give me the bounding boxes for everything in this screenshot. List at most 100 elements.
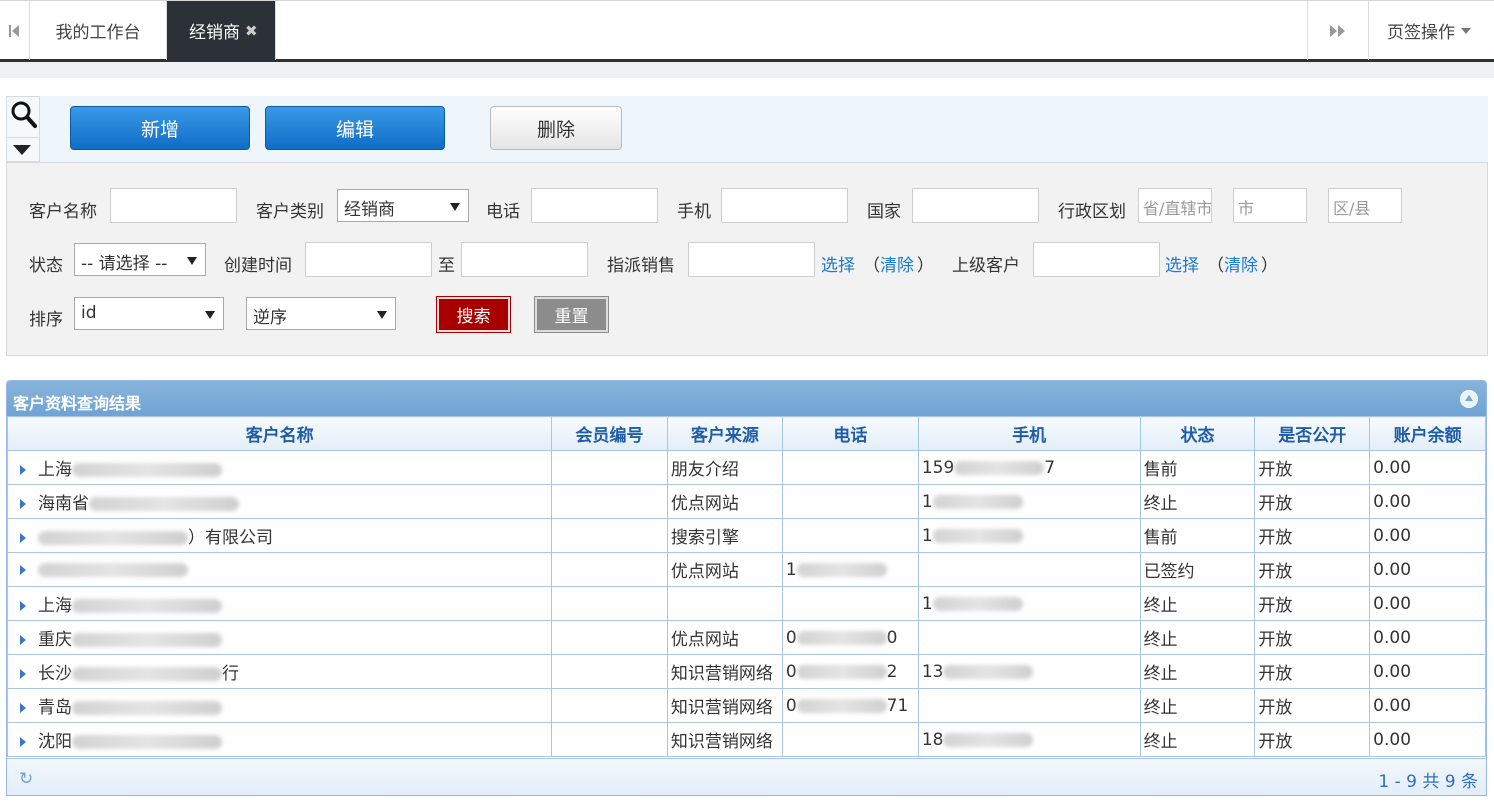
- country-label: 国家: [867, 202, 901, 222]
- customer-source: 朋友介绍: [670, 460, 739, 480]
- row-expand-icon[interactable]: [20, 564, 26, 575]
- column-header[interactable]: 手机: [917, 416, 1141, 451]
- tab-operations-menu[interactable]: 页签操作: [1369, 1, 1489, 60]
- parent-customer-input[interactable]: [1033, 242, 1160, 277]
- created-start-input[interactable]: [305, 242, 432, 277]
- status-cell: 售前: [1143, 528, 1178, 548]
- customer-source: 优点网站: [670, 562, 739, 582]
- chevron-down-icon: [187, 257, 197, 265]
- city-input[interactable]: 市: [1233, 188, 1307, 223]
- row-expand-icon[interactable]: [20, 499, 26, 509]
- row-expand-icon[interactable]: [20, 635, 26, 645]
- created-end-input[interactable]: [461, 242, 588, 277]
- row-expand-icon[interactable]: [20, 669, 26, 679]
- customer-name-prefix: 上海: [38, 596, 72, 616]
- column-header[interactable]: 是否公开: [1254, 416, 1371, 451]
- mobile-input[interactable]: [721, 188, 848, 223]
- sort-order-select[interactable]: 逆序: [246, 297, 396, 330]
- table-row[interactable]: ）有限公司 搜索引擎 1 售前 开放 0.00: [7, 518, 1486, 553]
- tab-bar: 我的工作台 经销商 ✖ 页签操作: [0, 0, 1494, 62]
- balance-cell: 0.00: [1373, 729, 1412, 750]
- redacted-text: [954, 460, 1045, 475]
- redacted-text: [796, 664, 887, 679]
- delete-button[interactable]: 删除: [490, 106, 622, 150]
- tab-dealer[interactable]: 经销商 ✖: [167, 1, 276, 60]
- expand-icon[interactable]: [13, 145, 31, 155]
- sort-field-select[interactable]: id: [74, 297, 224, 330]
- row-expand-icon[interactable]: [20, 533, 26, 543]
- table-row[interactable]: 海南省 优点网站 1 终止 开放 0.00: [7, 484, 1486, 519]
- customer-name-prefix: 青岛: [38, 698, 72, 718]
- column-header[interactable]: 账户余额: [1369, 416, 1486, 451]
- search-toggle-button[interactable]: [6, 96, 40, 162]
- status-cell: 终止: [1143, 630, 1178, 650]
- tab-scroll-left-button[interactable]: [0, 1, 30, 60]
- province-input[interactable]: 省/直辖市: [1138, 188, 1212, 223]
- phone-suffix: 71: [886, 695, 909, 716]
- status-cell: 终止: [1143, 732, 1178, 752]
- row-expand-icon[interactable]: [20, 737, 26, 747]
- customer-name-prefix: 海南省: [38, 494, 89, 514]
- customer-name-prefix: 沈阳: [38, 732, 72, 752]
- customer-name-prefix: 重庆: [38, 630, 72, 650]
- table-row[interactable]: 沈阳 知识营销网络 18 终止 开放 0.00: [7, 722, 1486, 757]
- reset-button[interactable]: 重置: [534, 296, 609, 333]
- table-row[interactable]: 优点网站 1 已签约 开放 0.00: [7, 552, 1486, 587]
- public-cell: 开放: [1258, 460, 1293, 480]
- close-icon[interactable]: ✖: [245, 22, 258, 40]
- open-paren: （: [1207, 256, 1224, 276]
- table-row[interactable]: 上海 朋友介绍 159 7 售前 开放 0.00: [7, 450, 1486, 485]
- customer-type-select[interactable]: 经销商: [337, 189, 469, 222]
- phone-prefix: 0: [785, 695, 797, 716]
- public-cell: 开放: [1258, 698, 1293, 718]
- refresh-icon[interactable]: ↻: [19, 769, 33, 789]
- country-input[interactable]: [912, 188, 1039, 223]
- collapse-icon[interactable]: [1460, 390, 1478, 408]
- status-cell: 终止: [1143, 596, 1178, 616]
- column-header[interactable]: 状态: [1139, 416, 1256, 451]
- tab-workbench-label: 我的工作台: [55, 23, 141, 43]
- table-row[interactable]: 上海 1 终止 开放 0.00: [7, 586, 1486, 621]
- customer-name-input[interactable]: [110, 188, 237, 223]
- column-header[interactable]: 客户来源: [666, 416, 783, 451]
- mobile-prefix: 159: [921, 457, 955, 478]
- table-row[interactable]: 长沙 行 知识营销网络 0 2 13 终止 开放 0.00: [7, 654, 1486, 689]
- tab-scroll-right-button[interactable]: [1307, 1, 1369, 60]
- balance-cell: 0.00: [1373, 593, 1412, 614]
- edit-button[interactable]: 编辑: [265, 106, 445, 150]
- row-expand-icon[interactable]: [20, 601, 26, 611]
- public-cell: 开放: [1258, 596, 1293, 616]
- add-button[interactable]: 新增: [70, 106, 250, 150]
- redacted-text: [796, 698, 887, 713]
- mobile-suffix: 7: [1044, 457, 1056, 478]
- table-row[interactable]: 重庆 优点网站 0 0 终止 开放 0.00: [7, 620, 1486, 655]
- tab-workbench[interactable]: 我的工作台: [30, 1, 167, 60]
- clear-sales-link[interactable]: 清除: [880, 251, 914, 276]
- public-cell: 开放: [1258, 664, 1293, 684]
- row-expand-icon[interactable]: [20, 703, 26, 713]
- status-select[interactable]: -- 请选择 --: [74, 243, 206, 276]
- table-row[interactable]: 青岛 知识营销网络 0 71 终止 开放 0.00: [7, 688, 1486, 723]
- public-cell: 开放: [1258, 528, 1293, 548]
- mobile-prefix: 1: [921, 593, 933, 614]
- clear-parent-link[interactable]: 清除: [1224, 251, 1258, 276]
- public-cell: 开放: [1258, 562, 1293, 582]
- select-parent-link[interactable]: 选择: [1165, 251, 1199, 276]
- to-label: 至: [438, 256, 455, 276]
- select-sales-link[interactable]: 选择: [821, 251, 855, 276]
- column-header[interactable]: 电话: [781, 416, 919, 451]
- row-expand-icon[interactable]: [20, 465, 26, 475]
- close-paren: ）: [917, 256, 934, 276]
- redacted-text: [72, 701, 222, 715]
- search-button[interactable]: 搜索: [436, 296, 511, 333]
- district-input[interactable]: 区/县: [1328, 188, 1402, 223]
- customer-source: 知识营销网络: [670, 732, 773, 752]
- status-label: 状态: [29, 256, 63, 276]
- column-header[interactable]: 客户名称: [7, 416, 553, 451]
- sort-label: 排序: [29, 310, 63, 330]
- phone-input[interactable]: [531, 188, 658, 223]
- search-form: 客户名称 客户类别 经销商 电话 手机 国家 行政区划 省/直辖市 市 区/县 …: [6, 162, 1488, 356]
- column-header[interactable]: 会员编号: [551, 416, 668, 451]
- assigned-sales-input[interactable]: [688, 242, 815, 277]
- balance-cell: 0.00: [1373, 525, 1412, 546]
